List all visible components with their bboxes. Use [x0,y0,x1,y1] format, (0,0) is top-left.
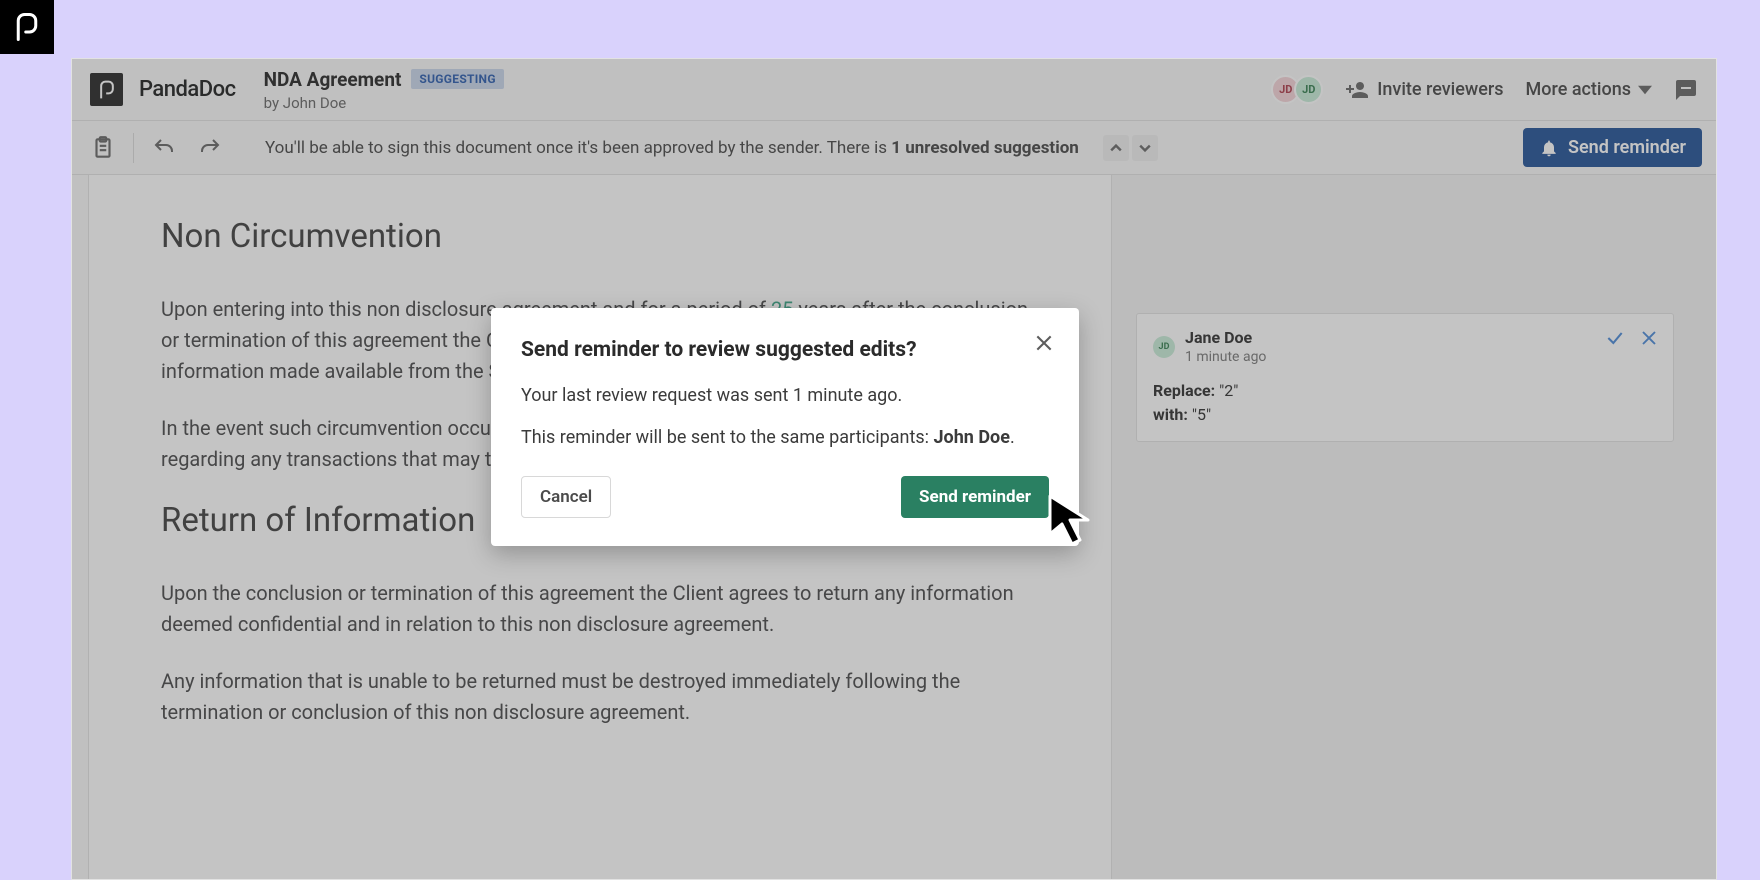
modal-line-1: Your last review request was sent 1 minu… [521,382,1049,410]
modal-close-button[interactable] [1031,330,1057,356]
send-reminder-modal: Send reminder to review suggested edits?… [491,308,1079,546]
confirm-send-reminder-button[interactable]: Send reminder [901,476,1049,518]
close-icon [1034,333,1054,353]
cancel-button[interactable]: Cancel [521,476,611,518]
modal-title: Send reminder to review suggested edits? [521,338,1049,362]
modal-line-2: This reminder will be sent to the same p… [521,424,1049,452]
app-corner-badge [0,0,54,54]
